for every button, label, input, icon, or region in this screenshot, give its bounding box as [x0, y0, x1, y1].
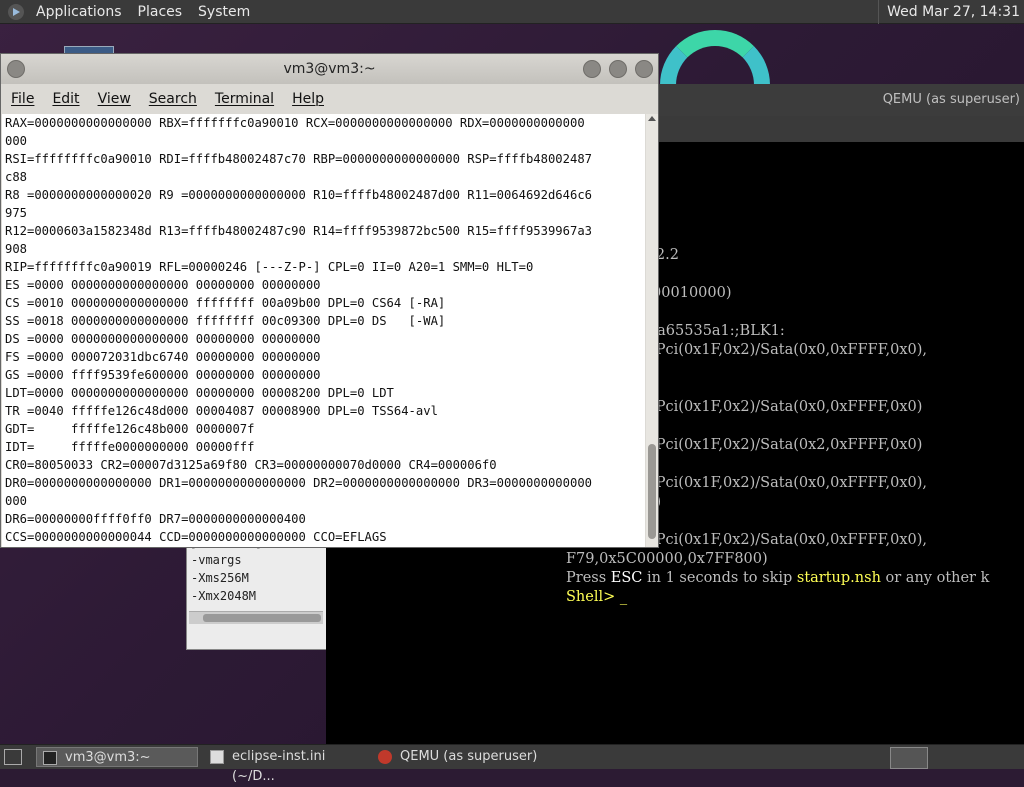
terminal-line: CCS=0000000000000044 CCD=000000000000000… [5, 530, 387, 544]
task-label: QEMU (as superuser) [400, 749, 538, 764]
terminal-icon [43, 751, 57, 765]
qemu-icon [378, 750, 392, 764]
terminal-line: RSI=ffffffffc0a90010 RDI=ffffb48002487c7… [5, 152, 592, 166]
distro-logo-icon[interactable] [8, 3, 24, 20]
qemu-title: QEMU (as superuser) [882, 92, 1020, 107]
startup-countdown-line: Press ESC in 1 seconds to skip startup.n… [566, 570, 989, 586]
esc-key-text: ESC [610, 570, 643, 586]
terminal-output[interactable]: RAX=0000000000000000 RBX=fffffffc0a90010… [2, 114, 645, 547]
menu-terminal[interactable]: Terminal [205, 86, 282, 112]
task-terminal[interactable]: vm3@vm3:~ [36, 747, 198, 767]
terminal-line: CS =0010 0000000000000000 ffffffff 00a09… [5, 296, 446, 310]
press-text: or any other k [880, 570, 990, 586]
terminal-line: IDT= fffffe0000000000 00000fff [5, 440, 255, 454]
clock[interactable]: Wed Mar 27, 14:31 [878, 0, 1020, 24]
startup-file-text: startup.nsh [796, 570, 881, 586]
menu-applications[interactable]: Applications [28, 0, 130, 24]
eclipse-editor-window[interactable]: j...,...,j... -vmargs -Xms256M -Xmx2048M [186, 535, 328, 650]
close-button[interactable] [635, 60, 653, 78]
terminal-line: LDT=0000 0000000000000000 00000000 00008… [5, 386, 394, 400]
terminal-line: R12=0000603a1582348d R13=ffffb48002487c9… [5, 224, 592, 238]
minimize-button[interactable] [583, 60, 601, 78]
terminal-line: GS =0000 ffff9539fe600000 00000000 00000… [5, 368, 321, 382]
terminal-line: DR6=00000000ffff0ff0 DR7=000000000000040… [5, 512, 306, 526]
terminal-window[interactable]: vm3@vm3:~ File Edit View Search Terminal Help… [0, 53, 659, 548]
eclipse-text: j...,...,j... -vmargs -Xms256M -Xmx2048M [191, 535, 285, 605]
bottom-taskbar: vm3@vm3:~ eclipse-inst.ini (~/D... QEMU … [0, 744, 1024, 784]
terminal-line: ES =0000 0000000000000000 00000000 00000… [5, 278, 321, 292]
terminal-line: RIP=ffffffffc0a90019 RFL=00000246 [---Z-… [5, 260, 534, 274]
workspace-switcher[interactable] [890, 747, 928, 769]
terminal-line: TR =0040 fffffe126c48d000 00004087 00008… [5, 404, 438, 418]
terminal-line: FS =0000 000072031dbc6740 00000000 00000… [5, 350, 321, 364]
menu-file[interactable]: File [1, 86, 42, 112]
scrollbar-thumb[interactable] [648, 444, 656, 539]
show-desktop-icon[interactable] [4, 749, 22, 765]
menu-help[interactable]: Help [282, 86, 332, 112]
press-text: Press [566, 570, 611, 586]
terminal-line: 000 [5, 494, 28, 508]
terminal-line: GDT= fffffe126c48b000 0000007f [5, 422, 255, 436]
terminal-line: DR0=0000000000000000 DR1=000000000000000… [5, 476, 592, 490]
text-editor-icon [210, 750, 224, 764]
maximize-button[interactable] [609, 60, 627, 78]
press-text: in 1 seconds to skip [642, 570, 797, 586]
eclipse-line: -Xms256M [191, 571, 249, 585]
top-panel: Applications Places System Wed Mar 27, 1… [0, 0, 1024, 24]
task-label: eclipse-inst.ini (~/D... [232, 749, 326, 784]
uefi-line: F79,0x5C00000,0x7FF800) [566, 551, 768, 567]
terminal-line: c88 [5, 170, 28, 184]
task-label: vm3@vm3:~ [65, 750, 151, 765]
terminal-line: CR0=80050033 CR2=00007d3125a69f80 CR3=00… [5, 458, 497, 472]
scrollbar-thumb[interactable] [203, 614, 321, 622]
terminal-line: 000 [5, 134, 28, 148]
eclipse-line: -Xmx2048M [191, 589, 257, 603]
terminal-line: 975 [5, 206, 28, 220]
eclipse-line: -vmargs [191, 553, 242, 567]
task-qemu[interactable]: QEMU (as superuser) [372, 747, 542, 767]
terminal-line: DS =0000 0000000000000000 00000000 00000… [5, 332, 321, 346]
menu-search[interactable]: Search [139, 86, 205, 112]
terminal-title: vm3@vm3:~ [283, 61, 376, 77]
terminal-line: R8 =0000000000000020 R9 =000000000000000… [5, 188, 592, 202]
menu-edit[interactable]: Edit [42, 86, 87, 112]
desktop-background: j...,...,j... -vmargs -Xms256M -Xmx2048M… [0, 0, 1024, 768]
terminal-line: RAX=0000000000000000 RBX=fffffffc0a90010… [5, 116, 585, 130]
terminal-menubar: File Edit View Search Terminal Help [1, 86, 658, 112]
terminal-titlebar[interactable]: vm3@vm3:~ [1, 54, 658, 84]
eclipse-horizontal-scrollbar[interactable] [189, 611, 323, 624]
window-menu-icon[interactable] [7, 60, 25, 78]
task-eclipse-ini[interactable]: eclipse-inst.ini (~/D... [204, 747, 366, 784]
terminal-line: SS =0018 0000000000000000 ffffffff 00c09… [5, 314, 446, 328]
menu-system[interactable]: System [190, 0, 258, 24]
terminal-scrollbar[interactable] [646, 114, 658, 547]
scroll-up-icon[interactable] [648, 116, 656, 121]
terminal-line: 908 [5, 242, 28, 256]
shell-prompt[interactable]: Shell> _ [566, 589, 627, 605]
menu-view[interactable]: View [88, 86, 139, 112]
menu-places[interactable]: Places [130, 0, 191, 24]
